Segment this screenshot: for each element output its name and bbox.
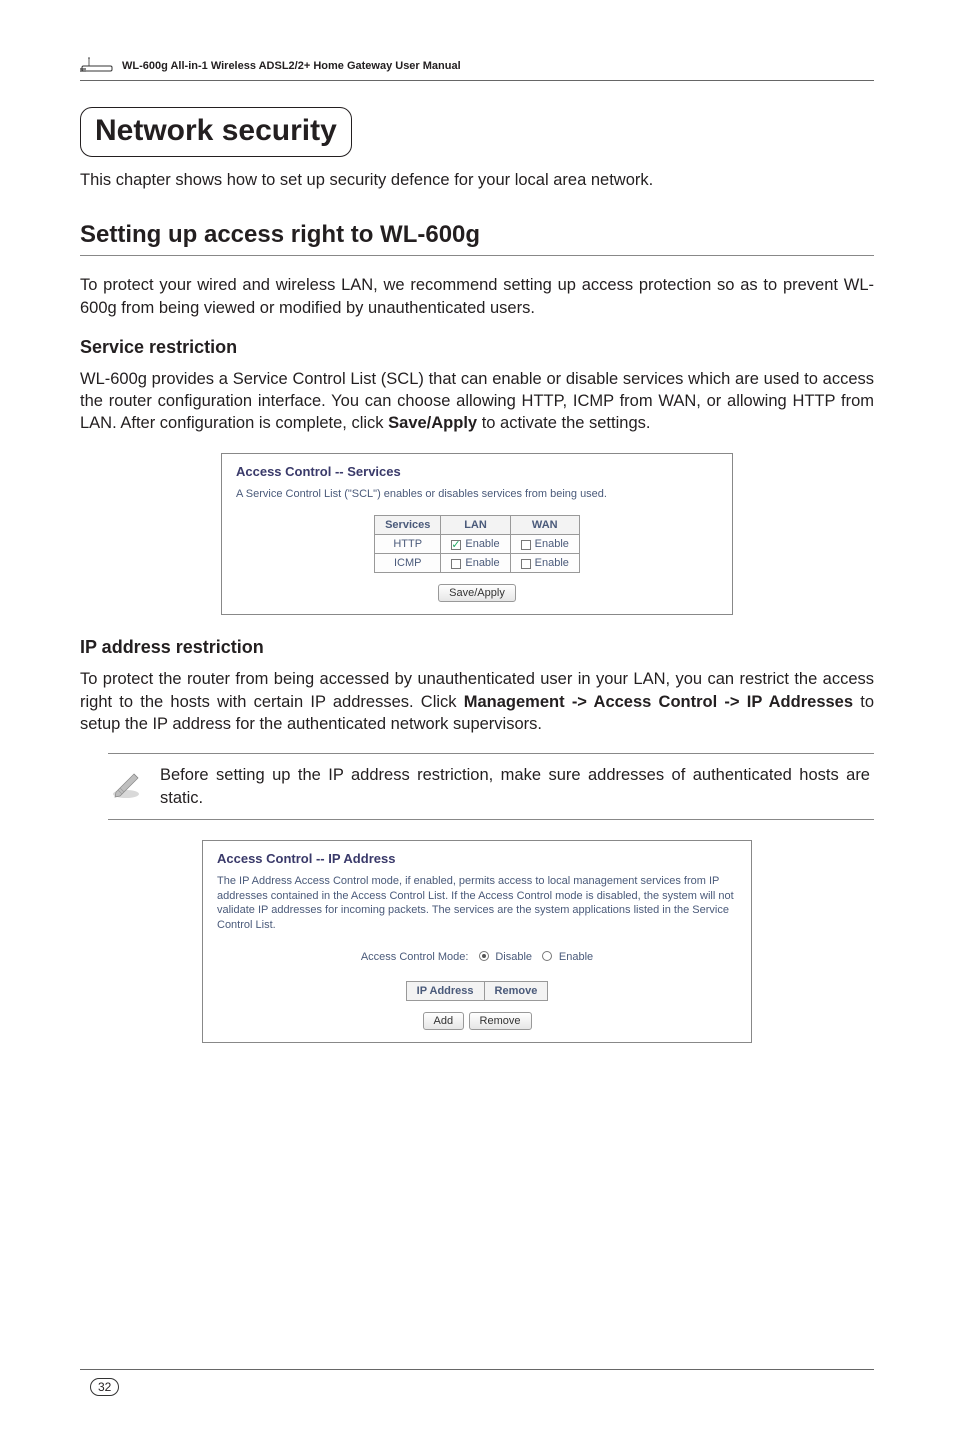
- sb1-row1-wan[interactable]: Enable: [510, 535, 579, 554]
- sb1-row1-lan[interactable]: Enable: [441, 535, 510, 554]
- note-text: Before setting up the IP address restric…: [160, 764, 870, 809]
- sb2-col-ip: IP Address: [406, 982, 484, 1001]
- subsection-ip-restriction-title: IP address restriction: [80, 637, 874, 658]
- note-block: Before setting up the IP address restric…: [108, 753, 874, 820]
- table-row: ICMP Enable Enable: [375, 554, 580, 573]
- enable-label: Enable: [535, 538, 569, 550]
- screenshot-access-control-services: Access Control -- Services A Service Con…: [221, 453, 733, 616]
- sub2-para-bold: Management -> Access Control -> IP Addre…: [464, 693, 853, 711]
- sb1-row2-wan[interactable]: Enable: [510, 554, 579, 573]
- sb1-title: Access Control -- Services: [236, 464, 718, 479]
- section-title: Setting up access right to WL-600g: [80, 221, 874, 249]
- sb1-col-lan: LAN: [441, 516, 510, 535]
- checkbox-icon[interactable]: [521, 559, 531, 569]
- enable-label: Enable: [535, 557, 569, 569]
- sb1-desc: A Service Control List ("SCL") enables o…: [236, 487, 718, 502]
- checkbox-icon[interactable]: [521, 540, 531, 550]
- sb1-table: Services LAN WAN HTTP Enable Enable ICMP…: [374, 515, 580, 573]
- sb2-col-remove: Remove: [484, 982, 548, 1001]
- chapter-title-box: Network security: [80, 107, 352, 157]
- checkbox-icon[interactable]: [451, 540, 461, 550]
- page-number: 32: [90, 1378, 119, 1396]
- checkbox-icon[interactable]: [451, 559, 461, 569]
- sb1-col-wan: WAN: [510, 516, 579, 535]
- section-para-1: To protect your wired and wireless LAN, …: [80, 274, 874, 319]
- enable-label: Enable: [465, 538, 499, 550]
- sb1-col-services: Services: [375, 516, 441, 535]
- sub1-para-bold: Save/Apply: [388, 414, 477, 432]
- remove-button[interactable]: Remove: [469, 1012, 532, 1030]
- save-apply-button[interactable]: Save/Apply: [438, 584, 516, 602]
- pencil-note-icon: [108, 764, 144, 800]
- enable-label: Enable: [465, 557, 499, 569]
- table-row: IP Address Remove: [406, 982, 548, 1001]
- radio-icon[interactable]: [542, 951, 552, 961]
- sb2-table: IP Address Remove: [406, 981, 549, 1001]
- sb2-mode-enable: Enable: [559, 951, 593, 963]
- sb1-row2-service: ICMP: [375, 554, 441, 573]
- sb2-title: Access Control -- IP Address: [217, 851, 737, 866]
- subsection-service-restriction-title: Service restriction: [80, 337, 874, 358]
- sb2-mode-disable: Disable: [495, 951, 532, 963]
- screenshot-access-control-ip: Access Control -- IP Address The IP Addr…: [202, 840, 752, 1043]
- router-icon: [80, 56, 114, 76]
- chapter-title: Network security: [95, 114, 337, 148]
- chapter-intro: This chapter shows how to set up securit…: [80, 169, 874, 191]
- manual-title: WL-600g All-in-1 Wireless ADSL2/2+ Home …: [122, 60, 461, 72]
- table-row: HTTP Enable Enable: [375, 535, 580, 554]
- section-rule: [80, 255, 874, 256]
- sb1-row1-service: HTTP: [375, 535, 441, 554]
- add-button[interactable]: Add: [423, 1012, 465, 1030]
- table-row: Services LAN WAN: [375, 516, 580, 535]
- footer-rule: [80, 1369, 874, 1370]
- header-rule: [80, 80, 874, 81]
- manual-header: WL-600g All-in-1 Wireless ADSL2/2+ Home …: [80, 56, 874, 76]
- subsection-service-restriction-para: WL-600g provides a Service Control List …: [80, 368, 874, 435]
- sub1-para-after: to activate the settings.: [477, 414, 650, 432]
- sb1-row2-lan[interactable]: Enable: [441, 554, 510, 573]
- sb2-mode-label: Access Control Mode:: [361, 951, 469, 963]
- sb2-desc: The IP Address Access Control mode, if e…: [217, 874, 737, 933]
- subsection-ip-restriction-para: To protect the router from being accesse…: [80, 668, 874, 735]
- radio-icon[interactable]: [479, 951, 489, 961]
